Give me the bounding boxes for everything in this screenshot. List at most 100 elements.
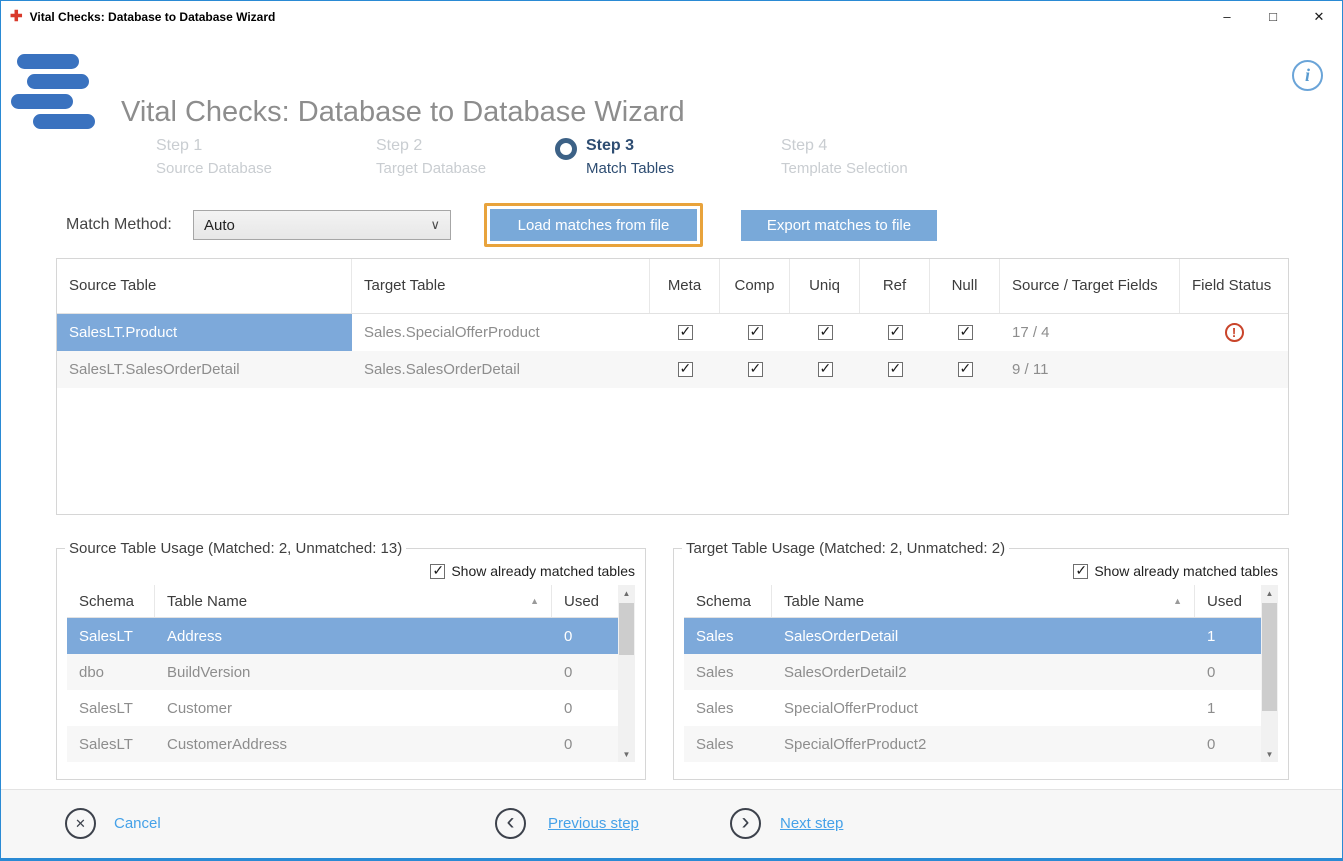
null-checkbox[interactable] bbox=[958, 362, 973, 377]
header-table-name-label: Table Name bbox=[167, 593, 247, 610]
usage-grid-header: Schema Table Name ▲ Used bbox=[67, 585, 618, 618]
list-item[interactable]: Sales SpecialOfferProduct2 0 bbox=[684, 726, 1261, 762]
schema-cell: dbo bbox=[67, 654, 155, 690]
error-status-icon[interactable]: ! bbox=[1225, 323, 1244, 342]
schema-cell: SalesLT bbox=[67, 690, 155, 726]
header-table-name[interactable]: Table Name ▲ bbox=[155, 585, 552, 617]
match-method-dropdown[interactable]: Auto ∨ bbox=[193, 210, 451, 240]
info-icon[interactable]: i bbox=[1292, 60, 1323, 91]
comp-checkbox[interactable] bbox=[748, 325, 763, 340]
match-method-label: Match Method: bbox=[66, 216, 172, 234]
title-bar[interactable]: ✚ Vital Checks: Database to Database Wiz… bbox=[1, 1, 1342, 32]
vertical-scrollbar[interactable]: ▲ ▼ bbox=[618, 585, 635, 762]
source-table-usage-panel: Source Table Usage (Matched: 2, Unmatche… bbox=[56, 540, 646, 780]
fields-count-cell: 17 / 4 bbox=[1000, 314, 1180, 351]
step-3-match-tables[interactable]: Step 3 Match Tables bbox=[586, 137, 674, 177]
footer-bar: ✕ Cancel ‹ Previous step › Next step bbox=[1, 789, 1342, 858]
step-1-source-database[interactable]: Step 1 Source Database bbox=[156, 137, 272, 177]
target-table-cell[interactable]: Sales.SpecialOfferProduct bbox=[352, 314, 650, 351]
list-item[interactable]: Sales SalesOrderDetail 1 bbox=[684, 618, 1261, 654]
table-name-cell: SpecialOfferProduct bbox=[772, 690, 1195, 726]
close-button[interactable]: ✕ bbox=[1296, 1, 1342, 32]
app-window: ✚ Vital Checks: Database to Database Wiz… bbox=[0, 0, 1343, 861]
schema-cell: Sales bbox=[684, 726, 772, 762]
match-table-header: Source Table Target Table Meta Comp Uniq… bbox=[57, 259, 1288, 314]
scroll-up-icon[interactable]: ▲ bbox=[1261, 585, 1278, 601]
previous-step-link[interactable]: Previous step bbox=[548, 815, 639, 832]
fields-count-cell: 9 / 11 bbox=[1000, 351, 1180, 388]
next-step-link[interactable]: Next step bbox=[780, 815, 843, 832]
active-step-ring-icon bbox=[555, 138, 577, 160]
header-used[interactable]: Used bbox=[552, 585, 618, 617]
chevron-down-icon: ∨ bbox=[430, 217, 440, 233]
show-matched-toggle[interactable]: Show already matched tables bbox=[684, 560, 1278, 582]
target-table-usage-panel: Target Table Usage (Matched: 2, Unmatche… bbox=[673, 540, 1289, 780]
step-label: Step 4 bbox=[781, 137, 908, 155]
match-table: Source Table Target Table Meta Comp Uniq… bbox=[56, 258, 1289, 515]
show-matched-label: Show already matched tables bbox=[1094, 563, 1278, 579]
scroll-up-icon[interactable]: ▲ bbox=[618, 585, 635, 601]
target-table-cell[interactable]: Sales.SalesOrderDetail bbox=[352, 351, 650, 388]
used-cell: 1 bbox=[1195, 690, 1261, 726]
next-chevron-icon[interactable]: › bbox=[730, 808, 761, 839]
ref-checkbox[interactable] bbox=[888, 325, 903, 340]
app-logo-icon bbox=[11, 54, 103, 134]
show-matched-checkbox[interactable] bbox=[1073, 564, 1088, 579]
table-row[interactable]: SalesLT.SalesOrderDetail Sales.SalesOrde… bbox=[57, 351, 1288, 388]
step-name: Target Database bbox=[376, 160, 486, 177]
scroll-down-icon[interactable]: ▼ bbox=[618, 746, 635, 762]
used-cell: 0 bbox=[552, 618, 618, 654]
scrollbar-thumb[interactable] bbox=[619, 603, 634, 655]
sort-ascending-icon: ▲ bbox=[530, 596, 539, 606]
header-null: Null bbox=[930, 259, 1000, 313]
header-comp: Comp bbox=[720, 259, 790, 313]
show-matched-checkbox[interactable] bbox=[430, 564, 445, 579]
meta-checkbox[interactable] bbox=[678, 362, 693, 377]
show-matched-toggle[interactable]: Show already matched tables bbox=[67, 560, 635, 582]
schema-cell: Sales bbox=[684, 690, 772, 726]
step-label: Step 3 bbox=[586, 137, 674, 155]
list-item[interactable]: SalesLT Address 0 bbox=[67, 618, 618, 654]
header-ref: Ref bbox=[860, 259, 930, 313]
maximize-button[interactable]: □ bbox=[1250, 1, 1296, 32]
table-row[interactable]: SalesLT.Product Sales.SpecialOfferProduc… bbox=[57, 314, 1288, 351]
scroll-down-icon[interactable]: ▼ bbox=[1261, 746, 1278, 762]
step-2-target-database[interactable]: Step 2 Target Database bbox=[376, 137, 486, 177]
cancel-circle-x-icon[interactable]: ✕ bbox=[65, 808, 96, 839]
vertical-scrollbar[interactable]: ▲ ▼ bbox=[1261, 585, 1278, 762]
header-schema[interactable]: Schema bbox=[67, 585, 155, 617]
uniq-checkbox[interactable] bbox=[818, 362, 833, 377]
source-usage-title: Source Table Usage (Matched: 2, Unmatche… bbox=[65, 540, 406, 557]
null-checkbox[interactable] bbox=[958, 325, 973, 340]
minimize-button[interactable]: – bbox=[1204, 1, 1250, 32]
source-table-cell[interactable]: SalesLT.Product bbox=[57, 314, 352, 351]
step-name: Source Database bbox=[156, 160, 272, 177]
list-item[interactable]: SalesLT Customer 0 bbox=[67, 690, 618, 726]
header-used[interactable]: Used bbox=[1195, 585, 1261, 617]
table-name-cell: SpecialOfferProduct2 bbox=[772, 726, 1195, 762]
list-item[interactable]: dbo BuildVersion 0 bbox=[67, 654, 618, 690]
source-table-cell[interactable]: SalesLT.SalesOrderDetail bbox=[57, 351, 352, 388]
used-cell: 0 bbox=[1195, 726, 1261, 762]
list-item[interactable]: Sales SpecialOfferProduct 1 bbox=[684, 690, 1261, 726]
list-item[interactable]: SalesLT CustomerAddress 0 bbox=[67, 726, 618, 762]
load-matches-button[interactable]: Load matches from file bbox=[490, 209, 697, 241]
uniq-checkbox[interactable] bbox=[818, 325, 833, 340]
list-item[interactable]: Sales SalesOrderDetail2 0 bbox=[684, 654, 1261, 690]
previous-chevron-icon[interactable]: ‹ bbox=[495, 808, 526, 839]
used-cell: 1 bbox=[1195, 618, 1261, 654]
app-red-cross-icon: ✚ bbox=[10, 9, 23, 24]
ref-checkbox[interactable] bbox=[888, 362, 903, 377]
export-matches-button[interactable]: Export matches to file bbox=[741, 210, 937, 241]
comp-checkbox[interactable] bbox=[748, 362, 763, 377]
header-table-name[interactable]: Table Name ▲ bbox=[772, 585, 1195, 617]
header-schema[interactable]: Schema bbox=[684, 585, 772, 617]
table-name-cell: CustomerAddress bbox=[155, 726, 552, 762]
schema-cell: SalesLT bbox=[67, 618, 155, 654]
cancel-button[interactable]: Cancel bbox=[114, 815, 161, 832]
scrollbar-thumb[interactable] bbox=[1262, 603, 1277, 711]
meta-checkbox[interactable] bbox=[678, 325, 693, 340]
step-4-template-selection[interactable]: Step 4 Template Selection bbox=[781, 137, 908, 177]
schema-cell: Sales bbox=[684, 654, 772, 690]
schema-cell: SalesLT bbox=[67, 726, 155, 762]
